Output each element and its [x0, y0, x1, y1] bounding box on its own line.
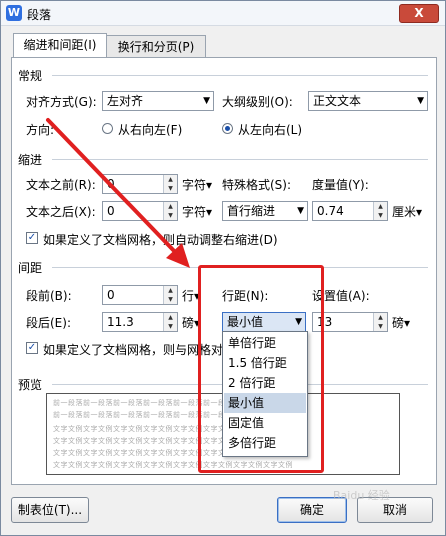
general-section-label: 常规	[18, 69, 43, 83]
space-after-input[interactable]: 11.3 ▲ ▼	[102, 312, 178, 332]
space-after-unit[interactable]: 磅▾	[182, 314, 200, 331]
indent-after-unit[interactable]: 字符▾	[182, 203, 212, 220]
baidu-watermark: Baidu 经验	[333, 489, 390, 502]
spin-arrows-icon[interactable]: ▲ ▼	[163, 202, 177, 220]
alignment-value: 左对齐	[107, 94, 144, 108]
line-spacing-option[interactable]: 多倍行距	[224, 433, 306, 453]
setting-value-input[interactable]: 13 ▲ ▼	[312, 312, 388, 332]
rtl-radio-label: 从右向左(F)	[118, 123, 183, 137]
indent-after-label: 文本之后(X):	[26, 205, 96, 219]
special-format-label: 特殊格式(S):	[222, 178, 292, 192]
tab-line-page-breaks[interactable]: 换行和分页(P)	[106, 35, 206, 58]
indent-grid-checkbox-label: 如果定义了文档网格，则自动调整右缩进(D)	[43, 233, 278, 247]
measure-label: 度量值(Y):	[312, 178, 369, 192]
rtl-radio[interactable]	[102, 123, 113, 134]
direction-label: 方向:	[26, 123, 55, 137]
alignment-label: 对齐方式(G):	[26, 95, 97, 109]
indent-after-input[interactable]: 0 ▲ ▼	[102, 201, 178, 221]
title-bar: W 段落 X	[1, 1, 445, 26]
indent-grid-checkbox[interactable]: ✓	[26, 232, 38, 244]
special-format-value: 首行缩进	[227, 204, 276, 218]
outline-level-label: 大纲级别(O):	[222, 95, 293, 109]
indent-before-unit[interactable]: 字符▾	[182, 176, 212, 193]
space-before-unit[interactable]: 行▾	[182, 287, 200, 304]
divider	[52, 75, 428, 76]
preview-sample-text: 文字文例文字文例文字文例文字文例文字文例文字文例文字文例文字文例	[53, 461, 293, 469]
indent-before-label: 文本之前(R):	[26, 178, 96, 192]
space-before-value: 0	[107, 288, 115, 302]
spin-arrows-icon[interactable]: ▲ ▼	[163, 175, 177, 193]
spacing-grid-checkbox[interactable]: ✓	[26, 342, 38, 354]
space-after-label: 段后(E):	[26, 316, 71, 330]
spacing-grid-checkbox-label: 如果定义了文档网格，则与网格对	[43, 343, 224, 357]
special-format-select[interactable]: 首行缩进 ▼	[222, 201, 308, 221]
divider	[52, 159, 428, 160]
alignment-select[interactable]: 左对齐 ▼	[102, 91, 214, 111]
dropdown-arrow-icon: ▼	[295, 317, 302, 327]
tab-indent-spacing[interactable]: 缩进和间距(I)	[13, 33, 107, 58]
space-after-value: 11.3	[107, 315, 134, 329]
space-before-input[interactable]: 0 ▲ ▼	[102, 285, 178, 305]
indent-section-label: 缩进	[18, 153, 43, 167]
setting-value: 13	[317, 315, 333, 329]
spacing-section-label: 间距	[18, 261, 43, 275]
spin-arrows-icon[interactable]: ▲ ▼	[163, 286, 177, 304]
indent-after-value: 0	[107, 204, 115, 218]
space-before-label: 段前(B):	[26, 289, 72, 303]
close-button[interactable]: X	[399, 4, 439, 23]
ltr-radio[interactable]	[222, 123, 233, 134]
dialog-title: 段落	[27, 8, 52, 22]
spin-arrows-icon[interactable]: ▲ ▼	[373, 313, 387, 331]
tabs-button[interactable]: 制表位(T)...	[11, 497, 89, 523]
measure-input[interactable]: 0.74 ▲ ▼	[312, 201, 388, 221]
measure-unit[interactable]: 厘米▾	[392, 203, 422, 220]
line-spacing-select[interactable]: 最小值 ▼	[222, 312, 306, 332]
spin-arrows-icon[interactable]: ▲ ▼	[163, 313, 177, 331]
dropdown-arrow-icon: ▼	[297, 206, 304, 216]
indent-before-input[interactable]: 0 ▲ ▼	[102, 174, 178, 194]
line-spacing-option-selected[interactable]: 最小值	[224, 393, 306, 413]
measure-value: 0.74	[317, 204, 344, 218]
line-spacing-label: 行距(N):	[222, 289, 269, 303]
line-spacing-option[interactable]: 单倍行距	[224, 333, 306, 353]
paragraph-dialog: W 段落 X 缩进和间距(I) 换行和分页(P) 常规 对齐方式(G): 左对齐…	[0, 0, 446, 536]
divider	[52, 267, 428, 268]
dropdown-arrow-icon: ▼	[417, 96, 424, 106]
dropdown-arrow-icon: ▼	[203, 96, 210, 106]
spin-arrows-icon[interactable]: ▲ ▼	[373, 202, 387, 220]
wps-writer-icon: W	[6, 5, 22, 21]
indent-before-value: 0	[107, 177, 115, 191]
outline-level-value: 正文文本	[313, 94, 362, 108]
preview-section-label: 预览	[18, 378, 43, 392]
ltr-radio-label: 从左向右(L)	[238, 123, 303, 137]
line-spacing-value: 最小值	[227, 315, 264, 329]
setting-value-label: 设置值(A):	[312, 289, 370, 303]
line-spacing-option[interactable]: 固定值	[224, 413, 306, 433]
line-spacing-option[interactable]: 2 倍行距	[224, 373, 306, 393]
setting-value-unit[interactable]: 磅▾	[392, 314, 410, 331]
line-spacing-dropdown: 单倍行距 1.5 倍行距 2 倍行距 最小值 固定值 多倍行距	[222, 331, 308, 457]
line-spacing-option[interactable]: 1.5 倍行距	[224, 353, 306, 373]
outline-level-select[interactable]: 正文文本 ▼	[308, 91, 428, 111]
